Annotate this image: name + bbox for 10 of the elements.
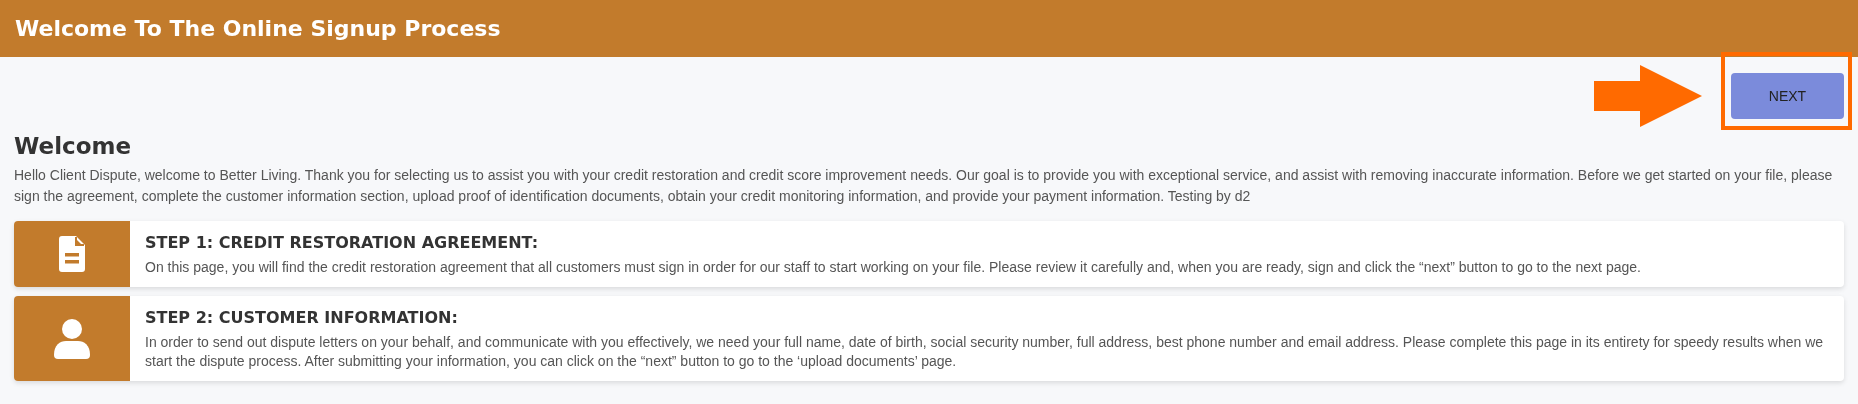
step-title: STEP 2: CUSTOMER INFORMATION:	[145, 308, 459, 327]
document-icon	[59, 236, 85, 272]
person-icon	[54, 318, 90, 359]
welcome-heading: Welcome	[14, 133, 133, 159]
welcome-text: Hello Client Dispute, welcome to Better Living. Thank you for selecting us to assist you with your credit restoration and credit score improvement needs. Our goal is to provide you with exceptional service, and assist with removing inaccurate information. Before we get started on your file, please sign the agreement, complete the customer information section, upload proof of identification documents, obtain your credit monitoring information, and provide your payment information. Testing by d2	[14, 166, 1834, 206]
step-title: STEP 1: CREDIT RESTORATION AGREEMENT:	[145, 233, 540, 252]
step-description: On this page, you will find the credit restoration agreement that all customers must sign in order for our staff to start working on your file. Please review it carefully and, when you are ready, sign and click the “next” button to go to the next page.	[145, 258, 1641, 277]
page-title: Welcome To The Online Signup Process	[15, 16, 501, 41]
next-button[interactable]: NEXT	[1731, 73, 1844, 119]
step-description: In order to send out dispute letters on your behalf, and communicate with you effectively, we need your full name, date of birth, social security number, full address, best phone number and email address. Please complete this page in its entirety for speedy results when we start the dispute process. After submitting your information, you can click on the “next” button to go to the ‘upload documents’ page.	[145, 333, 1825, 371]
